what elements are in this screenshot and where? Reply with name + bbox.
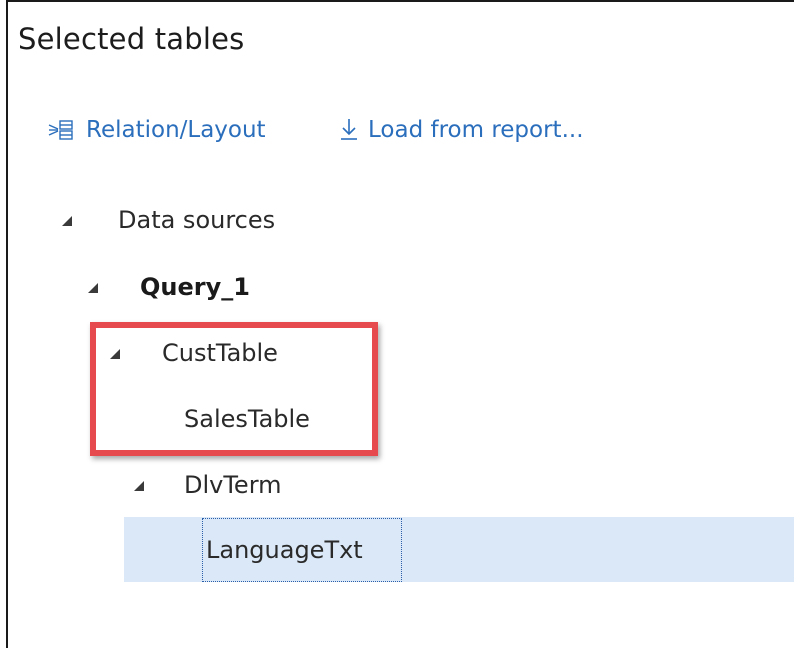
tables-toolbar: Relation/Layout Load from report... (8, 114, 788, 146)
tree-item-dlvterm[interactable]: DlvTerm (8, 465, 794, 509)
focus-outline (202, 518, 402, 582)
relation-layout-label: Relation/Layout (86, 117, 266, 143)
relation-layout-icon (46, 117, 86, 143)
relation-layout-button[interactable]: Relation/Layout (46, 114, 266, 146)
download-arrow-icon (338, 117, 360, 143)
tree-item-label: Data sources (118, 206, 276, 234)
tree-item-custtable[interactable]: CustTable (8, 333, 794, 377)
load-from-report-button[interactable]: Load from report... (338, 114, 584, 146)
tree-item-query[interactable]: Query_1 (8, 267, 794, 311)
tree-item-data-sources[interactable]: Data sources (8, 200, 794, 244)
selected-tables-panel: Selected tables Relation/Layout Load fro… (6, 0, 794, 648)
panel-title: Selected tables (18, 22, 245, 56)
expand-triangle-icon[interactable] (108, 346, 122, 360)
expand-triangle-icon[interactable] (132, 478, 146, 492)
expand-triangle-icon[interactable] (86, 280, 100, 294)
tree-item-salestable[interactable]: SalesTable (8, 399, 794, 443)
tree-item-label: SalesTable (184, 405, 310, 433)
expand-triangle-icon[interactable] (60, 213, 74, 227)
tree-item-label: DlvTerm (184, 471, 282, 499)
tree-item-label: CustTable (162, 339, 278, 367)
tree-item-label: Query_1 (140, 273, 250, 301)
load-from-report-label: Load from report... (368, 117, 584, 143)
